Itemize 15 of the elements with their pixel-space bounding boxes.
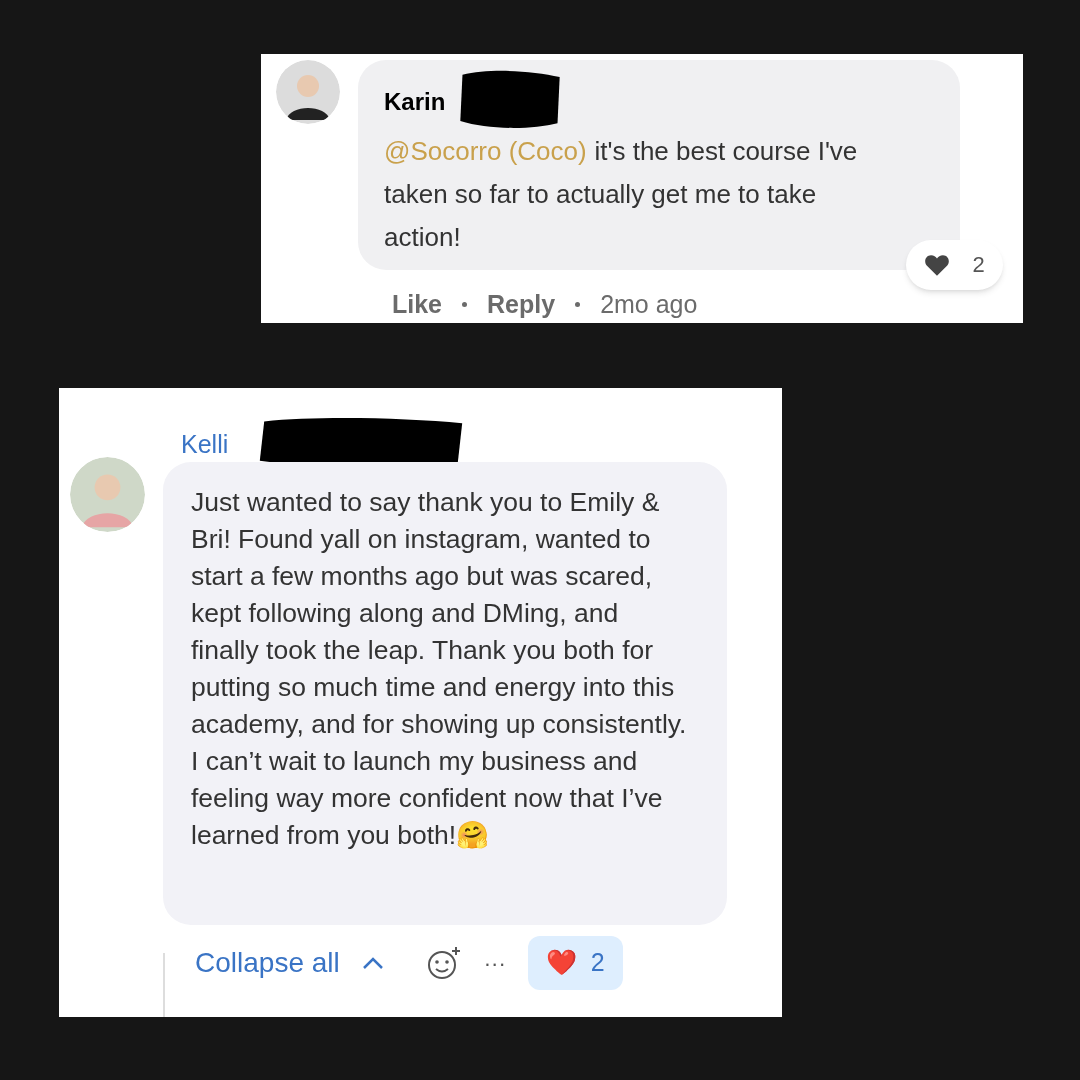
timestamp: 2mo ago	[600, 288, 698, 320]
author-name: Kelli	[181, 430, 229, 458]
more-options-button[interactable]: ···	[483, 946, 506, 980]
like-count-badge[interactable]: 2	[906, 239, 1003, 290]
comment-text: Just wanted to say thank you to Emily & Bri! Found yall on instagram, wanted to start a few months ago but was scared, kept following along and DMing, and finally took the leap. Thank you both for putting so much time and energy into this academy, and for showing up consistently. I can’t wait to launch my business and feeling way more confident now that I’ve learned from you both!🤗	[191, 486, 688, 852]
heart-icon	[924, 252, 951, 277]
author-name: Karin	[384, 88, 446, 115]
chevron-up-icon	[361, 956, 384, 970]
collapse-all-link[interactable]: Collapse all	[195, 942, 340, 984]
reaction-pill[interactable]: ❤ 2	[527, 936, 623, 990]
add-reaction-icon[interactable]	[425, 945, 462, 981]
avatar	[276, 60, 340, 124]
action-link[interactable]: Like	[392, 285, 443, 323]
comment-text: @Socorro (Coco) it's the best course I've taken so far to actually get me to take action!	[384, 135, 859, 254]
action-link[interactable]: Reply	[487, 285, 556, 323]
